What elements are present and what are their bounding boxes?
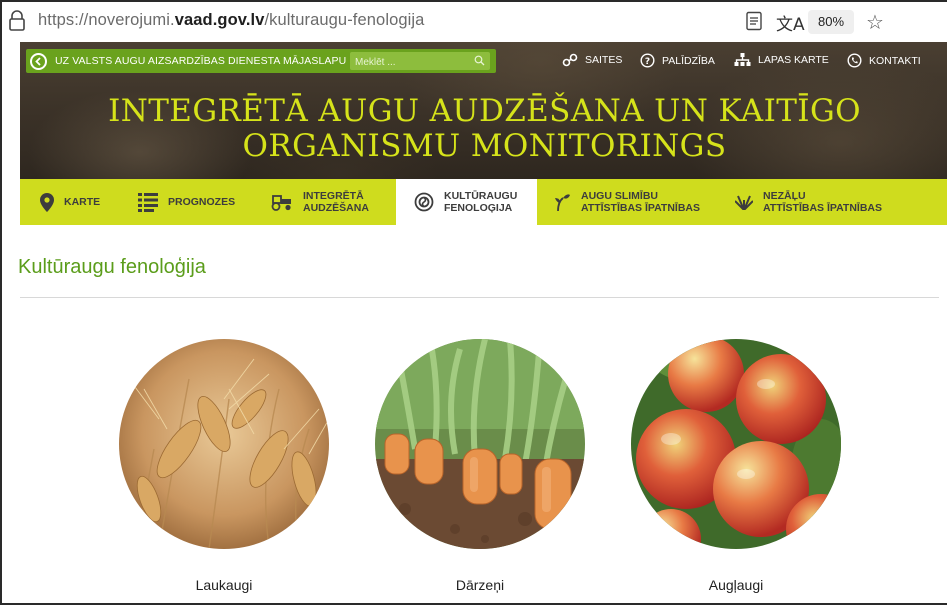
tractor-icon (271, 193, 293, 211)
nav-item-weeds[interactable]: NEZĀĻU ATTĪSTĪBAS ĪPATNĪBAS (717, 179, 917, 225)
search-box (350, 52, 490, 72)
nav-item-crop-phenology-label: KULTŪRAUGU FENOLOĢIJA (444, 190, 517, 214)
nav-item-map-label: KARTE (64, 196, 101, 208)
contacts-label: KONTAKTI (869, 54, 921, 67)
phenology-icon (414, 192, 434, 212)
wheat-image (119, 339, 329, 549)
crop-fruit-image[interactable] (631, 339, 841, 549)
help-link[interactable]: ? PALĪDZĪBA (640, 53, 715, 68)
nav-item-plant-diseases[interactable]: AUGU SLIMĪBU ATTĪSTĪBAS ĪPATNĪBAS (537, 179, 717, 225)
svg-text:?: ? (645, 57, 650, 67)
help-icon: ? (640, 53, 655, 68)
nav-label-line2: ATTĪSTĪBAS ĪPATNĪBAS (581, 202, 700, 214)
reader-view-icon[interactable] (745, 11, 763, 31)
nav-label-line2: AUDZĒŠANA (303, 202, 369, 214)
sitemap-icon (734, 53, 751, 66)
phone-icon (847, 53, 862, 68)
favorite-star-icon[interactable]: ☆ (866, 10, 884, 34)
divider (20, 297, 939, 298)
sprout-icon (555, 192, 571, 212)
nav-item-forecasts-label: PROGNOZES (168, 196, 236, 208)
zoom-level[interactable]: 80% (808, 10, 854, 34)
site-title-line2: ORGANISMU MONITORINGS (242, 128, 727, 164)
nav-label-line1: KULTŪRAUGU (444, 190, 518, 202)
nav-item-map[interactable]: KARTE (20, 179, 120, 225)
links-link[interactable]: SAITES (562, 53, 622, 67)
nav-item-plant-diseases-label: AUGU SLIMĪBU ATTĪSTĪBAS ĪPATNĪBAS (581, 190, 700, 214)
address-bar[interactable]: https://noverojumi.vaad.gov.lv/kulturaug… (38, 11, 424, 30)
chevron-left-icon (30, 52, 47, 70)
main-navigation: KARTE PROGNOZES INTEGRĒTĀ AUDZĒŠANA KULT… (20, 179, 947, 225)
list-icon (138, 192, 158, 212)
back-to-main-site-label: UZ VALSTS AUGU AIZSARDZĪBAS DIENESTA MĀJ… (55, 55, 347, 67)
page-frame: https://noverojumi.vaad.gov.lv/kulturaug… (0, 0, 947, 605)
nav-item-integrated-growing-label: INTEGRĒTĀ AUDZĒŠANA (303, 190, 369, 214)
crop-fruit-label[interactable]: Augļaugi (631, 577, 841, 593)
crop-field-crops-label[interactable]: Laukaugi (119, 577, 329, 593)
site-title-line1: INTEGRĒTĀ AUGU AUDZĒŠANA UN KAITĪGO (108, 93, 861, 129)
translate-icon[interactable]: 文A (776, 10, 805, 35)
apples-image (631, 339, 841, 549)
nav-label-line1: INTEGRĒTĀ (303, 190, 364, 202)
site-title: INTEGRĒTĀ AUGU AUDZĒŠANA UN KAITĪGO ORGA… (20, 94, 947, 164)
page-title: Kultūraugu fenoloģija (18, 256, 206, 278)
nav-item-weeds-label: NEZĀĻU ATTĪSTĪBAS ĪPATNĪBAS (763, 190, 882, 214)
links-label: SAITES (585, 54, 623, 66)
contacts-link[interactable]: KONTAKTI (847, 53, 921, 68)
nav-label-line2: FENOLOĢIJA (444, 202, 513, 214)
help-label: PALĪDZĪBA (662, 54, 715, 67)
search-input[interactable] (350, 53, 470, 72)
carrots-image (375, 339, 585, 549)
nav-label-line1: AUGU SLIMĪBU (581, 190, 658, 202)
link-chain-icon (562, 53, 578, 67)
nav-label-line2: ATTĪSTĪBAS ĪPATNĪBAS (763, 202, 882, 214)
lock-icon (9, 10, 25, 31)
search-icon[interactable] (474, 55, 485, 66)
crop-vegetables-image[interactable] (375, 339, 585, 549)
nav-item-forecasts[interactable]: PROGNOZES (120, 179, 255, 225)
sitemap-label: LAPAS KARTE (758, 54, 829, 66)
weed-icon (735, 194, 753, 210)
crop-field-crops-image[interactable] (119, 339, 329, 549)
nav-item-crop-phenology[interactable]: KULTŪRAUGU FENOLOĢIJA (396, 179, 537, 225)
browser-bar: https://noverojumi.vaad.gov.lv/kulturaug… (2, 2, 947, 42)
map-pin-icon (40, 192, 54, 212)
nav-label-line1: NEZĀĻU (763, 190, 806, 202)
crop-vegetables-label[interactable]: Dārzeņi (375, 577, 585, 593)
nav-item-integrated-growing[interactable]: INTEGRĒTĀ AUDZĒŠANA (255, 179, 396, 225)
sitemap-link[interactable]: LAPAS KARTE (734, 53, 829, 67)
utility-bar: UZ VALSTS AUGU AIZSARDZĪBAS DIENESTA MĀJ… (20, 46, 947, 76)
